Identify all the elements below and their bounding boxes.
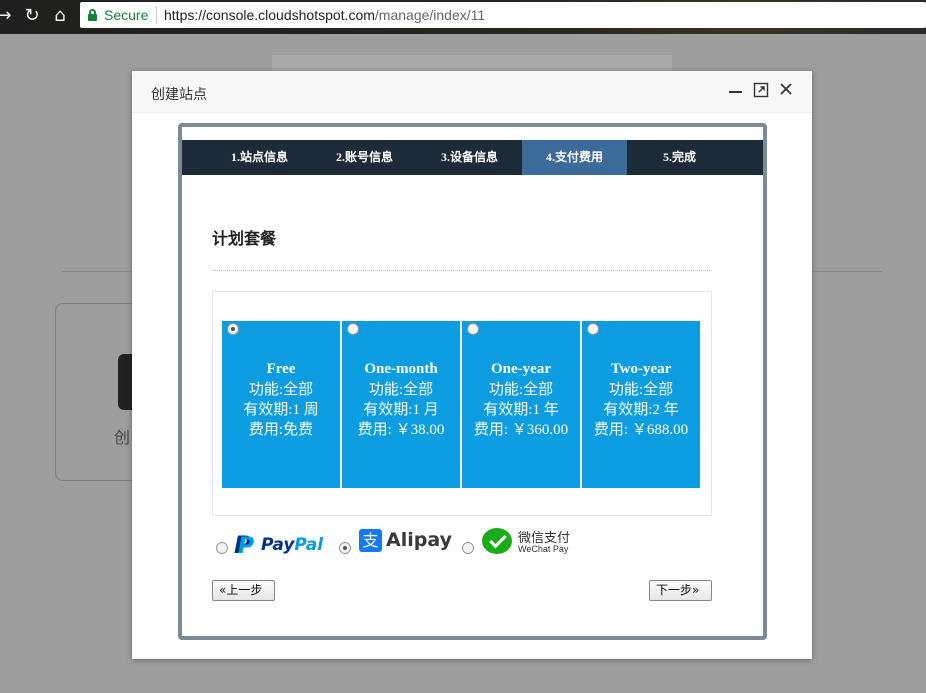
plan-validity: 有效期:2 年	[603, 402, 679, 418]
plan-fee: 费用: ￥360.00	[473, 422, 569, 438]
payment-radio-alipay[interactable]	[339, 542, 351, 554]
plan-name: One-month	[364, 361, 438, 377]
plan-card-two-year[interactable]: Two-year 功能:全部 有效期:2 年 费用: ￥688.00	[582, 321, 700, 488]
plan-fee: 费用: ￥688.00	[593, 422, 689, 438]
url-host: https://console.cloudshotspot.com	[164, 7, 375, 23]
plan-card-one-month[interactable]: One-month 功能:全部 有效期:1 月 费用: ￥38.00	[342, 321, 460, 488]
step-device-info[interactable]: 3.设备信息	[417, 140, 522, 175]
step-account-info[interactable]: 2.账号信息	[312, 140, 417, 175]
plan-feature: 功能:全部	[488, 382, 554, 398]
step-site-info[interactable]: 1.站点信息	[207, 140, 312, 175]
background-card-label: 创	[114, 430, 131, 447]
section-divider	[212, 270, 712, 271]
wizard-steps: 1.站点信息 2.账号信息 3.设备信息 4.支付费用 5.完成	[182, 140, 763, 175]
browser-toolbar: → ↻ ⌂ Secure https://console.cloudshotsp…	[0, 0, 926, 34]
plan-feature: 功能:全部	[368, 382, 434, 398]
plan-radio-one-year[interactable]	[467, 323, 479, 335]
payment-methods: P P PayPal 支 Alipay 微信支付 WeChat Pay	[212, 525, 712, 561]
plan-fee: 费用:免费	[248, 422, 314, 438]
maximize-icon[interactable]	[752, 82, 770, 100]
plan-validity: 有效期:1 周	[243, 402, 319, 418]
plan-radio-free[interactable]	[227, 323, 239, 335]
reload-icon[interactable]: ↻	[22, 6, 42, 26]
paypal-p-mark-light: P	[238, 534, 255, 559]
plan-feature: 功能:全部	[608, 382, 674, 398]
url-text[interactable]: https://console.cloudshotspot.com/manage…	[164, 7, 485, 23]
plan-card-one-year[interactable]: One-year 功能:全部 有效期:1 年 费用: ￥360.00	[462, 321, 580, 488]
previous-step-button[interactable]: «上一步	[212, 580, 275, 601]
alipay-mark: 支	[359, 529, 382, 552]
payment-radio-paypal[interactable]	[216, 542, 228, 554]
plan-name: One-year	[491, 361, 551, 377]
plan-name: Two-year	[610, 361, 672, 377]
step-payment[interactable]: 4.支付费用	[522, 140, 627, 175]
paypal-logo-icon[interactable]: P P PayPal	[234, 531, 329, 559]
create-site-dialog: 创建站点 1.站点信息 2.账号信息 3.设备信息 4.支付费用 5.完成 计划…	[132, 71, 812, 659]
lock-icon	[88, 9, 97, 21]
payment-radio-wechat[interactable]	[462, 542, 474, 554]
wechat-pay-logo-icon[interactable]: 微信支付 WeChat Pay	[482, 527, 582, 557]
alipay-logo-icon[interactable]: 支 Alipay	[359, 529, 452, 555]
address-bar[interactable]: Secure https://console.cloudshotspot.com…	[80, 2, 926, 28]
plan-fee: 费用: ￥38.00	[357, 422, 445, 438]
wizard-frame: 1.站点信息 2.账号信息 3.设备信息 4.支付费用 5.完成 计划套餐 Fr…	[178, 123, 767, 640]
arrow-left-icon[interactable]: →	[0, 6, 14, 26]
step-finish[interactable]: 5.完成	[627, 140, 732, 175]
home-icon[interactable]: ⌂	[50, 6, 70, 26]
wechat-pay-en-label: WeChat Pay	[518, 544, 569, 554]
plan-name: Free	[266, 361, 296, 377]
plan-validity: 有效期:1 月	[363, 402, 439, 418]
minimize-icon[interactable]	[726, 82, 744, 100]
dialog-title: 创建站点	[151, 86, 207, 102]
dialog-header: 创建站点	[132, 71, 812, 113]
url-path: /manage/index/11	[374, 7, 486, 23]
plan-list: Free 功能:全部 有效期:1 周 费用:免费 One-month 功能:全部…	[212, 291, 712, 516]
plan-validity: 有效期:1 年	[483, 402, 559, 418]
paypal-wordmark: PayPal	[261, 535, 324, 555]
alipay-wordmark: Alipay	[386, 529, 452, 551]
plan-section-title: 计划套餐	[212, 229, 277, 248]
next-step-button[interactable]: 下一步»	[649, 580, 712, 601]
plan-card-free[interactable]: Free 功能:全部 有效期:1 周 费用:免费	[222, 321, 340, 488]
wechat-check-icon	[482, 528, 512, 554]
plan-radio-one-month[interactable]	[347, 323, 359, 335]
secure-label: Secure	[104, 7, 149, 23]
close-icon[interactable]	[777, 82, 795, 100]
address-separator	[156, 6, 157, 24]
plan-feature: 功能:全部	[248, 382, 314, 398]
plan-radio-two-year[interactable]	[587, 323, 599, 335]
